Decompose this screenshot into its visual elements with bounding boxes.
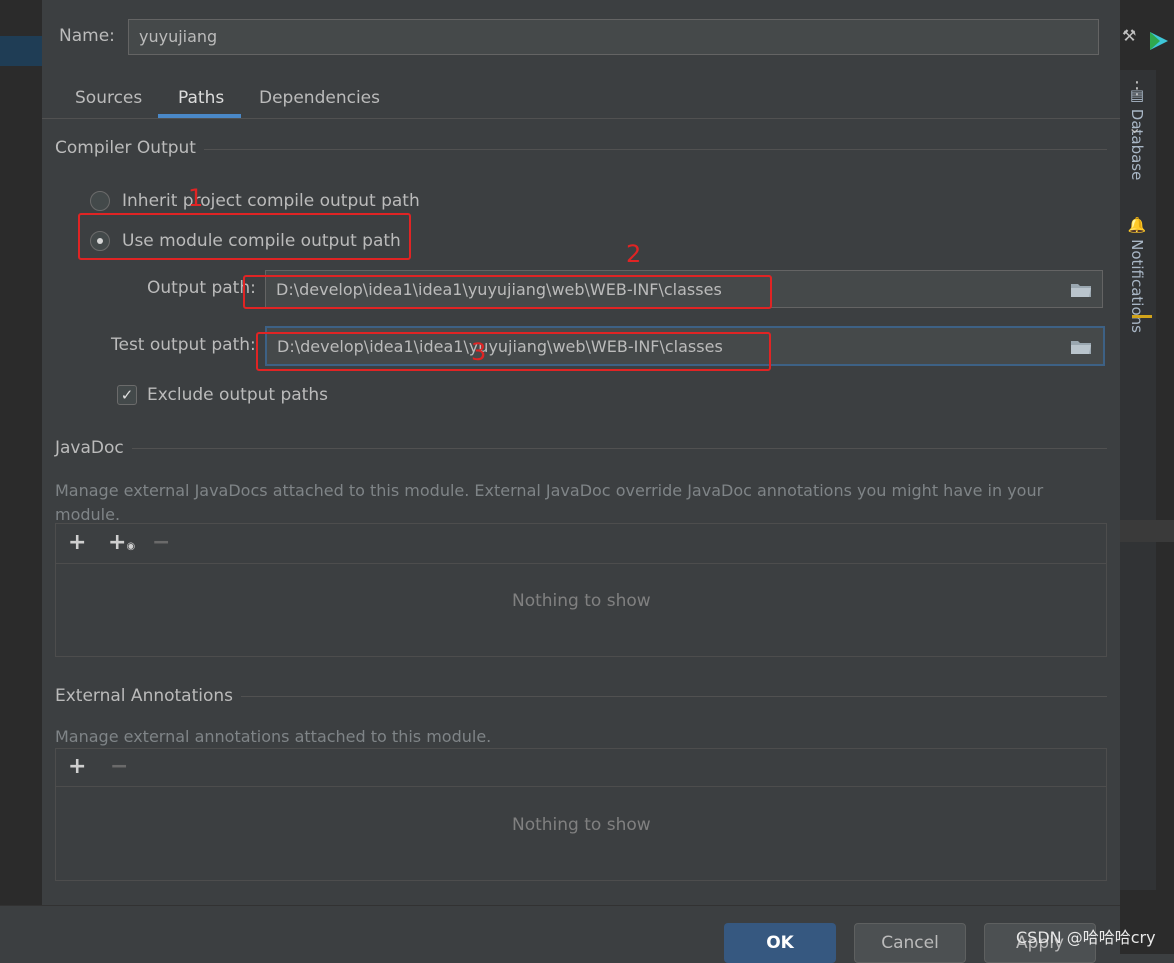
warning-stripe xyxy=(1132,315,1152,318)
annotation-box-3 xyxy=(256,332,771,371)
tab-dependencies[interactable]: Dependencies xyxy=(259,88,380,108)
exclude-output-checkbox[interactable]: ✓ xyxy=(117,385,137,405)
tab-paths[interactable]: Paths xyxy=(178,88,224,108)
name-label: Name: xyxy=(59,26,115,46)
output-path-label: Output path: xyxy=(147,278,256,298)
plugin-logo-icon[interactable] xyxy=(1148,30,1170,52)
toolbar-divider xyxy=(56,563,1106,564)
external-annotations-title: External Annotations xyxy=(55,686,242,706)
compiler-output-title: Compiler Output xyxy=(55,138,204,158)
watermark: CSDN @哈哈哈cry xyxy=(1016,928,1156,947)
name-input[interactable]: yuyujiang xyxy=(128,19,1099,55)
javadoc-description: Manage external JavaDocs attached to thi… xyxy=(55,481,1044,524)
right-pane-highlight xyxy=(1120,520,1174,542)
inherit-output-radio[interactable] xyxy=(90,191,110,211)
add-icon[interactable]: + xyxy=(68,530,86,555)
build-icon[interactable]: ⚒ xyxy=(1122,26,1136,46)
toolbar-divider xyxy=(56,786,1106,787)
more-options-icon[interactable]: ⋮ xyxy=(1128,78,1146,99)
javadoc-empty-text: Nothing to show xyxy=(512,591,651,611)
compiler-output-separator xyxy=(55,149,1107,150)
javadoc-list-panel: + +◉ − Nothing to show xyxy=(55,523,1107,657)
tabs-divider xyxy=(42,118,1120,119)
remove-icon[interactable]: − xyxy=(152,530,170,555)
ok-button[interactable]: OK xyxy=(724,923,836,963)
add-icon[interactable]: + xyxy=(68,754,86,779)
chevron-down-icon[interactable]: ⌄ xyxy=(1128,118,1141,137)
remove-icon[interactable]: − xyxy=(110,754,128,779)
annotation-number-1: 1 xyxy=(188,184,204,212)
test-output-path-label: Test output path: xyxy=(111,335,256,355)
cancel-button[interactable]: Cancel xyxy=(854,923,966,963)
tab-sources[interactable]: Sources xyxy=(75,88,142,108)
javadoc-separator xyxy=(55,448,1107,449)
external-annotations-description: Manage external annotations attached to … xyxy=(55,727,492,746)
annotation-box-2 xyxy=(243,275,772,309)
annotation-number-2: 2 xyxy=(626,240,642,268)
folder-icon[interactable] xyxy=(1070,338,1092,359)
javadoc-title: JavaDoc xyxy=(55,438,132,458)
add-url-icon[interactable]: +◉ xyxy=(108,530,135,555)
folder-icon[interactable] xyxy=(1070,281,1092,302)
right-tool-window-bar: ▤ Database 🔔 Notifications xyxy=(1120,70,1157,890)
inherit-output-label[interactable]: Inherit project compile output path xyxy=(122,191,420,211)
left-ide-strip xyxy=(0,0,43,954)
selected-item-highlight xyxy=(0,36,42,66)
annotation-box-1 xyxy=(78,213,411,260)
external-annotations-list-panel: + − Nothing to show xyxy=(55,748,1107,881)
annotation-number-3: 3 xyxy=(471,338,487,366)
exclude-output-label[interactable]: Exclude output paths xyxy=(147,385,328,405)
bell-icon: 🔔 xyxy=(1128,216,1146,240)
external-annotations-empty-text: Nothing to show xyxy=(512,815,651,835)
